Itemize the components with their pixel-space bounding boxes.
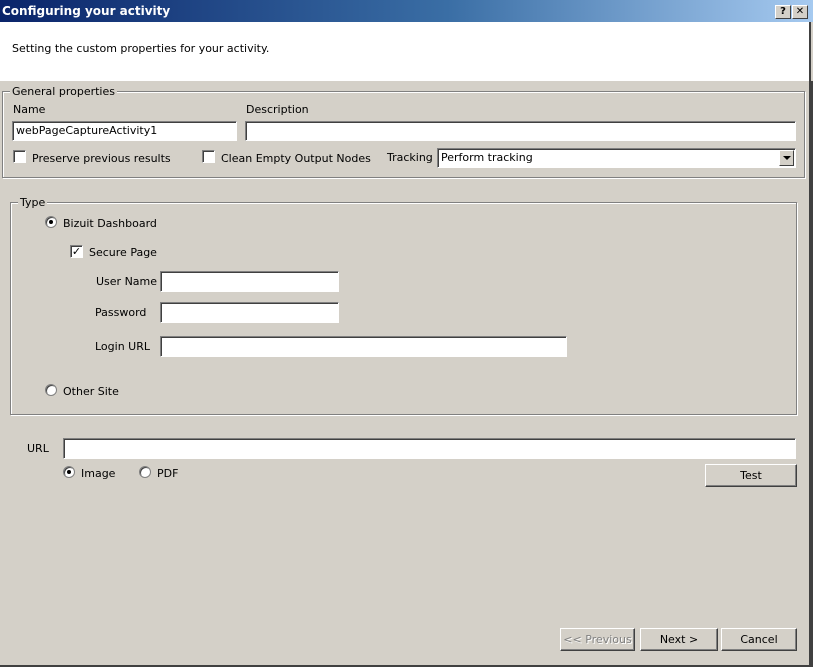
description-label: Description (246, 103, 309, 116)
image-radio[interactable] (63, 466, 75, 478)
preserve-results-checkbox[interactable] (13, 150, 26, 163)
pdf-radio[interactable] (139, 466, 151, 478)
clean-empty-nodes-checkbox[interactable] (202, 150, 215, 163)
radio-dot-icon (67, 470, 71, 474)
window-title: Configuring your activity (2, 4, 171, 18)
username-input[interactable] (160, 271, 339, 292)
close-icon: ✕ (795, 6, 805, 17)
bizuit-dashboard-radio[interactable] (45, 216, 57, 228)
description-input[interactable] (245, 121, 796, 141)
close-button[interactable]: ✕ (792, 5, 808, 19)
name-label: Name (13, 103, 46, 116)
url-input[interactable] (63, 438, 796, 459)
secure-page-checkbox[interactable]: ✓ (70, 245, 83, 258)
login-url-input[interactable] (160, 336, 567, 357)
radio-dot-icon (49, 220, 53, 224)
login-url-label: Login URL (95, 340, 150, 353)
chevron-down-icon[interactable] (779, 150, 794, 166)
cancel-button[interactable]: Cancel (721, 628, 797, 651)
name-input[interactable]: webPageCaptureActivity1 (12, 121, 237, 141)
next-button[interactable]: Next > (640, 628, 718, 651)
checkmark-icon: ✓ (71, 245, 82, 258)
url-label: URL (27, 442, 49, 455)
bizuit-dashboard-label: Bizuit Dashboard (63, 217, 157, 230)
password-label: Password (95, 306, 147, 319)
type-legend: Type (18, 196, 48, 209)
help-button[interactable]: ? (775, 5, 791, 19)
tracking-select[interactable]: Perform tracking (437, 148, 796, 168)
pdf-label: PDF (157, 467, 179, 480)
tracking-label: Tracking (387, 151, 433, 164)
previous-button[interactable]: << Previous (560, 628, 635, 651)
test-button[interactable]: Test (705, 464, 797, 487)
tracking-value: Perform tracking (441, 151, 533, 164)
image-label: Image (81, 467, 116, 480)
other-site-label: Other Site (63, 385, 119, 398)
clean-empty-nodes-label: Clean Empty Output Nodes (221, 152, 371, 165)
header-subtitle: Setting the custom properties for your a… (12, 42, 270, 55)
username-label: User Name (96, 275, 158, 288)
window-border-right (809, 81, 813, 667)
other-site-radio[interactable] (45, 384, 57, 396)
secure-page-label: Secure Page (89, 246, 157, 259)
preserve-results-label: Preserve previous results (32, 152, 171, 165)
general-properties-legend: General properties (10, 85, 117, 98)
password-input[interactable] (160, 302, 339, 323)
